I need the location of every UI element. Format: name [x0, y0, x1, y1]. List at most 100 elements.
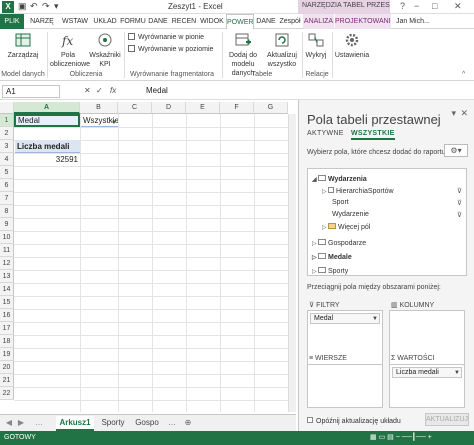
row-header[interactable]: 18	[0, 335, 14, 348]
tab-widok[interactable]: WIDOK	[199, 14, 225, 29]
undo-icon[interactable]: ↶	[30, 1, 38, 12]
field-table-sporty[interactable]: ▷ Sporty	[312, 267, 348, 275]
close-button[interactable]: ✕	[454, 1, 462, 12]
update-button[interactable]: AKTUALIZUJ	[425, 413, 469, 426]
field-checkbox[interactable]	[328, 187, 334, 193]
cell-a3-header[interactable]: Liczba medali	[15, 140, 80, 153]
cell-a1[interactable]: Medal	[14, 114, 80, 127]
zoom-out-icon[interactable]: −	[396, 434, 400, 441]
zone-wartosci[interactable]: Liczba medali ▼	[389, 364, 465, 408]
tab-projektowanie[interactable]: PROJEKTOWANIE	[335, 14, 391, 29]
save-icon[interactable]: ▣	[18, 1, 27, 12]
spreadsheet-grid[interactable]: A B C D E F G 1 2 3 4 5 6 7 8 9 10 11 12…	[0, 102, 296, 412]
field-table-medale[interactable]: ▷ Medale	[312, 253, 352, 261]
zone-item-liczba-medali[interactable]: Liczba medali ▼	[392, 367, 462, 378]
column-header-g[interactable]: G	[254, 102, 288, 114]
column-header-f[interactable]: F	[220, 102, 254, 114]
customize-toolbar-icon[interactable]: ▾	[54, 1, 59, 12]
cancel-icon[interactable]: ✕	[84, 86, 91, 95]
row-header[interactable]: 17	[0, 322, 14, 335]
field-table-gospodarze[interactable]: ▷ Gospodarze	[312, 239, 366, 247]
tab-aktywne[interactable]: AKTYWNE	[307, 130, 344, 137]
chevron-down-icon[interactable]: ▼	[454, 369, 460, 378]
tab-dane-2[interactable]: DANE	[255, 14, 277, 29]
tab-plik[interactable]: PLIK	[0, 14, 24, 29]
tab-recenzja[interactable]: RECEN	[170, 14, 198, 29]
field-wydarzenie[interactable]: Wydarzenie	[332, 211, 369, 218]
normal-view-icon[interactable]: ▦	[370, 434, 377, 441]
vertical-align-button[interactable]: Wyrównanie w pionie	[128, 33, 204, 41]
field-table-wydarzenia[interactable]: ◢ Wydarzenia	[312, 175, 367, 183]
column-header-b[interactable]: B	[80, 102, 118, 114]
row-header[interactable]: 20	[0, 361, 14, 374]
filter-icon[interactable]: ⊽	[457, 187, 462, 195]
select-all-corner[interactable]	[0, 102, 14, 114]
row-header[interactable]: 6	[0, 179, 14, 192]
row-header[interactable]: 1	[0, 114, 14, 127]
chevron-down-icon[interactable]: ▼	[372, 315, 378, 324]
row-header[interactable]: 12	[0, 257, 14, 270]
settings-button[interactable]: Ustawienia	[334, 31, 370, 60]
field-settings-gear-icon[interactable]: ⚙▾	[444, 144, 468, 157]
more-sheets-icon[interactable]: …	[34, 416, 44, 431]
tab-narzedzia[interactable]: NARZĘ	[26, 14, 58, 29]
sheet-tab-sporty[interactable]: Sporty	[98, 416, 128, 431]
row-header[interactable]: 11	[0, 244, 14, 257]
minimize-button[interactable]: −	[414, 1, 419, 11]
field-sport[interactable]: Sport	[332, 199, 349, 206]
redo-icon[interactable]: ↷	[42, 1, 50, 12]
row-header[interactable]: 4	[0, 153, 14, 166]
manage-button[interactable]: Zarządzaj	[4, 31, 42, 60]
next-sheet-icon[interactable]: ▶	[16, 416, 26, 431]
horizontal-align-button[interactable]: Wyrównanie w poziomie	[128, 45, 213, 53]
row-header[interactable]: 3	[0, 140, 14, 153]
row-header[interactable]: 9	[0, 218, 14, 231]
column-header-c[interactable]: C	[118, 102, 152, 114]
filter-icon[interactable]: ⊽	[457, 211, 462, 219]
row-header[interactable]: 8	[0, 205, 14, 218]
row-header[interactable]: 10	[0, 231, 14, 244]
field-more-fields[interactable]: ▷ Więcej pól	[322, 223, 370, 231]
prev-sheet-icon[interactable]: ◀	[4, 416, 14, 431]
row-header[interactable]: 19	[0, 348, 14, 361]
filter-dropdown-icon[interactable]: ▼	[111, 117, 117, 126]
defer-update[interactable]: Opóźnij aktualizację układu	[307, 417, 401, 425]
row-header[interactable]: 5	[0, 166, 14, 179]
row-header[interactable]: 21	[0, 374, 14, 387]
zoom-slider[interactable]: ──┃──	[402, 434, 426, 441]
row-header[interactable]: 7	[0, 192, 14, 205]
close-pane-icon[interactable]: ✕	[460, 108, 468, 119]
formula-input[interactable]: Medal	[146, 86, 168, 95]
row-header[interactable]: 2	[0, 127, 14, 140]
sheet-tab-arkusz1[interactable]: Arkusz1	[56, 416, 94, 431]
refresh-all-button[interactable]: Aktualizuj wszystko	[264, 31, 300, 69]
detect-button[interactable]: Wykryj	[304, 31, 328, 60]
tab-power[interactable]: POWER	[226, 14, 254, 29]
enter-icon[interactable]: ✓	[96, 86, 103, 95]
cell-a4-value[interactable]: 32591	[15, 153, 80, 166]
tab-dane[interactable]: DANE	[147, 14, 169, 29]
page-break-icon[interactable]: ▤	[387, 434, 394, 441]
name-box[interactable]: A1	[2, 85, 60, 98]
collapse-ribbon-icon[interactable]: ^	[462, 71, 465, 78]
row-header[interactable]: 13	[0, 270, 14, 283]
vertical-scrollbar[interactable]	[288, 114, 296, 412]
help-button[interactable]: ?	[400, 1, 405, 11]
row-header[interactable]: 14	[0, 283, 14, 296]
row-header[interactable]: 16	[0, 309, 14, 322]
column-header-a[interactable]: A	[14, 102, 80, 114]
add-sheet-icon[interactable]: ⊕	[182, 416, 194, 431]
column-header-d[interactable]: D	[152, 102, 186, 114]
pane-options-icon[interactable]: ▾	[451, 108, 456, 119]
column-header-e[interactable]: E	[186, 102, 220, 114]
row-header[interactable]: 15	[0, 296, 14, 309]
tab-formuly[interactable]: FORMU	[120, 14, 146, 29]
cell-b1-filter[interactable]: Wszystkie ▼	[81, 114, 118, 127]
tab-wstaw[interactable]: WSTAW	[60, 14, 90, 29]
row-header[interactable]: 22	[0, 387, 14, 400]
maximize-button[interactable]: □	[432, 1, 437, 11]
more-sheets-right-icon[interactable]: …	[166, 416, 178, 431]
field-list[interactable]: ◢ Wydarzenia ▷ HierarchiaSportów ⊽ Sport ⊽…	[307, 168, 467, 276]
tab-zespol[interactable]: Zespół	[278, 14, 302, 29]
zoom-in-icon[interactable]: +	[428, 434, 432, 441]
